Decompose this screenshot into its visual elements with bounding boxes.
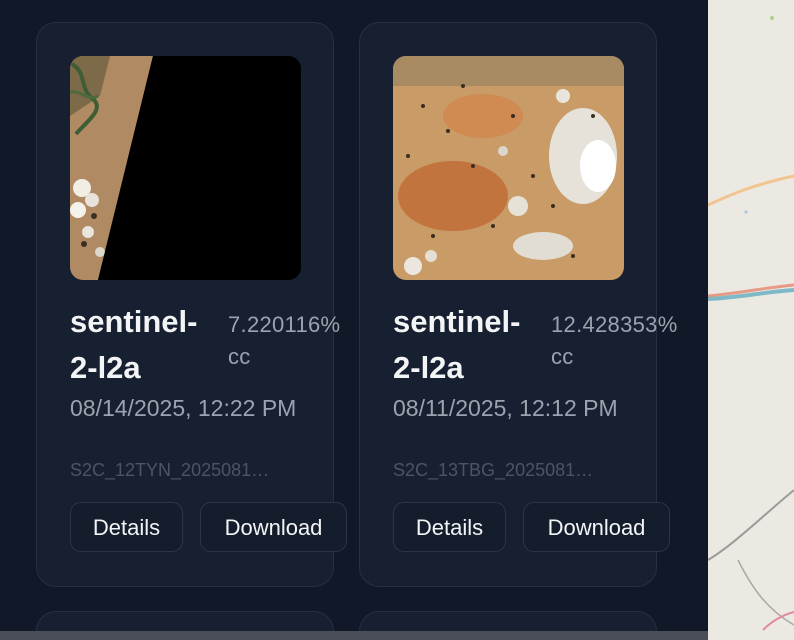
cloud-cover: 12.428353% cc <box>551 312 678 369</box>
cloud-cover: 7.220116% cc <box>228 312 341 369</box>
scene-thumbnail[interactable] <box>70 56 301 280</box>
horizontal-scrollbar[interactable] <box>0 631 708 640</box>
scene-thumbnail[interactable] <box>393 56 624 280</box>
map-view[interactable] <box>708 0 794 640</box>
scene-id: S2C_12TYN_2025081… <box>70 460 270 480</box>
download-button[interactable]: Download <box>200 502 347 552</box>
download-button[interactable]: Download <box>523 502 670 552</box>
details-button[interactable]: Details <box>393 502 506 552</box>
results-panel: sentinel-2-l2a 7.220116% cc 08/14/2025, … <box>0 0 708 640</box>
result-card: sentinel-2-l2a 12.428353% cc 08/11/2025,… <box>359 22 677 587</box>
result-card: sentinel-2-l2a 7.220116% cc 08/14/2025, … <box>36 22 347 587</box>
acquisition-datetime: 08/14/2025, 12:22 PM <box>70 395 297 421</box>
collection-title: sentinel-2-l2a <box>393 304 521 385</box>
acquisition-datetime: 08/11/2025, 12:12 PM <box>393 395 618 421</box>
details-button[interactable]: Details <box>70 502 183 552</box>
collection-title: sentinel-2-l2a <box>70 304 198 385</box>
scene-id: S2C_13TBG_2025081… <box>393 460 594 480</box>
